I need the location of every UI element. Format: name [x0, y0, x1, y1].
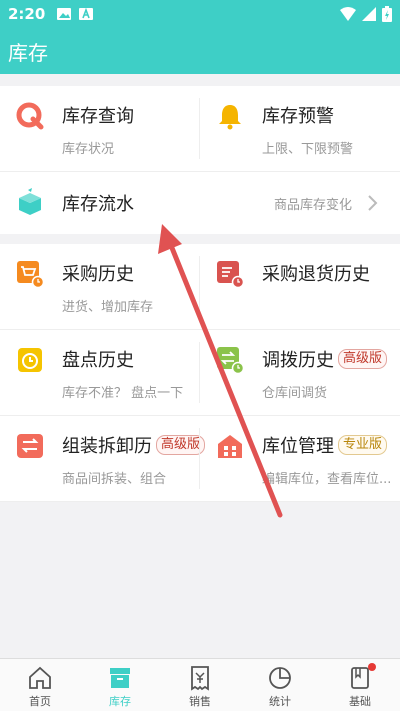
box-icon [19, 188, 41, 215]
return-history-icon [217, 261, 244, 288]
inventory-flow-row[interactable]: 库存流水 商品库存变化 [0, 172, 400, 234]
item-subtitle: 库存不准？ 盘点一下 [62, 386, 184, 401]
item-title: 库存预警 [262, 106, 334, 127]
battery-charging-icon [382, 6, 392, 22]
transfer-history-item[interactable]: 调拨历史 高级版 仓库间调货 [200, 330, 400, 415]
warehouse-icon [218, 435, 242, 458]
purchase-return-history-item[interactable]: 采购退货历史 [200, 244, 400, 329]
clock-clipboard-icon [18, 348, 42, 372]
cart-history-icon [17, 261, 44, 288]
tab-label: 销售 [189, 695, 211, 708]
wifi-icon [340, 7, 356, 21]
flow-title: 库存流水 [62, 194, 134, 215]
purchase-history-item[interactable]: 采购历史 进货、增加库存 [0, 244, 200, 329]
stocktake-history-item[interactable]: 盘点历史 库存不准？ 盘点一下 [0, 330, 200, 415]
top-card: 库存查询 库存状况 库存预警 上限、下限预警 库存流水 商品库存变化 [0, 86, 400, 234]
history-card: 采购历史 进货、增加库存 采购退货历史 盘点历史 库存不准？ 盘点一下 调拨历史… [0, 244, 400, 502]
swap-icon [17, 434, 43, 458]
tab-basics[interactable]: 基础 [320, 659, 400, 711]
notification-dot [368, 663, 376, 671]
bell-icon [219, 105, 241, 130]
item-title-text: 库位管理 [262, 436, 334, 457]
status-time: 2:20 [8, 5, 46, 23]
page-title: 库存 [8, 40, 48, 65]
signal-icon [362, 7, 376, 21]
item-title: 库存查询 [62, 106, 134, 127]
status-bar: 2:20 [0, 0, 400, 28]
grid-row: 组装拆卸历 高级版 商品间拆装、组合 库位管理 专业版 编辑库位，查看库位... [0, 416, 400, 502]
tab-label: 首页 [29, 695, 51, 708]
inventory-alert-item[interactable]: 库存预警 上限、下限预警 [200, 86, 400, 171]
tab-home[interactable]: 首页 [0, 659, 80, 711]
pie-chart-icon [269, 667, 291, 689]
flow-hint: 商品库存变化 [273, 197, 352, 213]
tab-label: 基础 [349, 695, 371, 708]
tab-sales[interactable]: 销售 [160, 659, 240, 711]
font-notification-icon [79, 8, 94, 20]
main-content: 库存查询 库存状况 库存预警 上限、下限预警 库存流水 商品库存变化 采购历史 … [0, 86, 400, 502]
grid-row: 盘点历史 库存不准？ 盘点一下 调拨历史 高级版 仓库间调货 [0, 330, 400, 416]
item-title: 组装拆卸历 高级版 [62, 432, 206, 458]
item-title-text: 调拨历史 [262, 350, 334, 371]
receipt-icon [191, 666, 209, 691]
item-subtitle: 进货、增加库存 [62, 300, 154, 315]
inventory-query-item[interactable]: 库存查询 库存状况 [0, 86, 200, 171]
home-icon [29, 666, 51, 689]
tab-statistics[interactable]: 统计 [240, 659, 320, 711]
app-bar: 库存 [0, 28, 400, 74]
grid-row: 库存查询 库存状况 库存预警 上限、下限预警 [0, 86, 400, 172]
chevron-right-icon [368, 195, 378, 211]
item-title: 盘点历史 [62, 350, 134, 371]
premium-badge: 高级版 [338, 349, 388, 369]
assembly-history-item[interactable]: 组装拆卸历 高级版 商品间拆装、组合 [0, 416, 206, 501]
inventory-icon [110, 668, 130, 688]
item-title: 采购历史 [62, 264, 134, 285]
grid-row: 采购历史 进货、增加库存 采购退货历史 [0, 244, 400, 330]
item-title: 调拨历史 高级版 [262, 346, 400, 372]
image-notification-icon [57, 8, 72, 20]
transfer-icon [217, 347, 244, 374]
item-title: 采购退货历史 [262, 264, 370, 285]
item-subtitle: 库存状况 [62, 142, 115, 157]
premium-badge: 高级版 [156, 435, 206, 455]
section-gap [0, 234, 400, 244]
bottom-tab-bar: 首页 库存 销售 统计 基础 [0, 658, 400, 711]
pro-badge: 专业版 [338, 435, 388, 455]
search-q-icon [16, 102, 44, 130]
item-subtitle: 商品间拆装、组合 [62, 472, 167, 487]
tab-label: 库存 [109, 695, 131, 708]
item-subtitle: 仓库间调货 [262, 386, 328, 401]
location-management-item[interactable]: 库位管理 专业版 编辑库位，查看库位... [200, 416, 400, 501]
item-title-text: 组装拆卸历 [62, 436, 152, 457]
tab-label: 统计 [269, 695, 291, 708]
item-title: 库位管理 专业版 [262, 432, 400, 458]
item-subtitle: 上限、下限预警 [262, 142, 354, 157]
item-subtitle: 编辑库位，查看库位... [262, 472, 392, 487]
tab-inventory[interactable]: 库存 [80, 659, 160, 711]
